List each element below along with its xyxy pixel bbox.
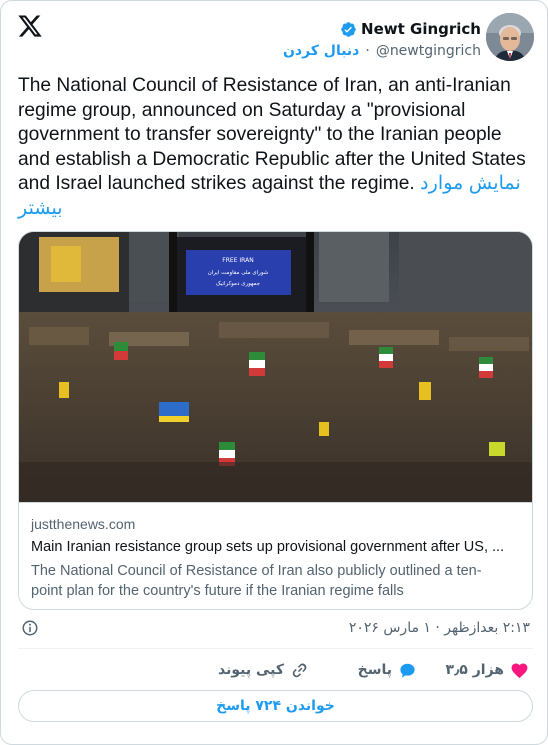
tweet-card: Newt Gingrich دنبال کردن · @newtgingrich… [0,0,548,745]
author-sub-row: دنبال کردن · @newtgingrich [283,41,481,61]
copy-link-label: کپی پیوند [218,662,284,678]
speech-bubble-icon [400,663,415,678]
tweet-text: The National Council of Resistance of Ir… [18,74,533,221]
stage-screen-line1: شورای ملی مقاومت ایران [208,270,269,276]
article-photo[interactable]: FREE IRAN شورای ملی مقاومت ایران جمهوری … [19,232,532,502]
verified-badge-icon [341,21,356,37]
like-button[interactable]: ۳٫۵ هزار [446,659,529,681]
timestamp[interactable]: ۲:۱۳ بعدازظهر · ۱ مارس ۲۰۲۶ [349,620,530,636]
link-preview-card[interactable]: FREE IRAN شورای ملی مقاومت ایران جمهوری … [18,231,533,610]
avatar[interactable] [486,13,534,61]
read-replies-button[interactable]: خواندن ۷۲۴ پاسخ [18,690,533,722]
stage-screen-title: FREE IRAN [222,257,253,264]
link-description: The National Council of Resistance of Ir… [31,563,482,599]
divider [18,648,533,649]
heart-icon [511,663,528,678]
info-icon[interactable] [21,619,39,637]
like-count: ۳٫۵ هزار [445,662,504,678]
stage-screen-line2: جمهوری دموکراتیک [216,280,260,287]
follow-button[interactable]: دنبال کردن [283,43,359,59]
separator-dot: · [365,43,370,59]
link-icon [292,663,307,677]
x-logo-icon[interactable] [17,13,43,39]
author-handle[interactable]: @newtgingrich [376,43,481,59]
link-domain: justthenews.com [31,516,136,532]
author-name-row[interactable]: Newt Gingrich [340,18,481,40]
reply-label: پاسخ [357,662,392,678]
copy-link-button[interactable]: کپی پیوند [218,659,309,681]
reply-button[interactable]: پاسخ [358,659,417,681]
author-display-name[interactable]: Newt Gingrich [361,20,481,38]
link-title: Main Iranian resistance group sets up pr… [31,539,505,555]
link-info[interactable]: justthenews.com Main Iranian resistance … [19,502,532,609]
